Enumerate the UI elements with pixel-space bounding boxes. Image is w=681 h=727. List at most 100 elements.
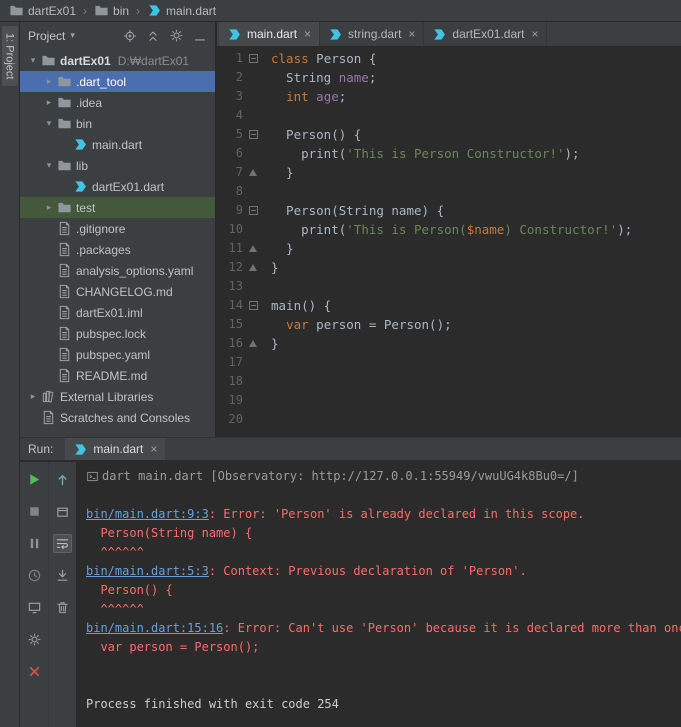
editor-tab-dartex01-dart[interactable]: dartEx01.dart ×: [424, 22, 548, 46]
chevron-down-icon[interactable]: ▾: [42, 118, 56, 129]
clear-all-icon[interactable]: [53, 598, 72, 617]
tree-row-changelog-md[interactable]: CHANGELOG.md: [20, 281, 215, 302]
breadcrumb-item-bin[interactable]: bin: [91, 3, 132, 18]
tree-row-idea[interactable]: ▸ .idea: [20, 92, 215, 113]
tree-row-pubspec-yaml[interactable]: pubspec.yaml: [20, 344, 215, 365]
chevron-right-icon[interactable]: ▸: [26, 391, 40, 402]
tree-row-test[interactable]: ▸ test: [20, 197, 215, 218]
soft-wrap-icon[interactable]: [53, 534, 72, 553]
chevron-right-icon[interactable]: ▸: [42, 76, 56, 87]
tree-row-lib[interactable]: ▾ lib: [20, 155, 215, 176]
profiler-clock-icon[interactable]: [25, 566, 44, 585]
tab-label: main.dart: [247, 27, 298, 41]
chevron-down-icon[interactable]: ▾: [70, 30, 75, 41]
fold-close-icon[interactable]: [249, 340, 257, 347]
code-token: 'This is Person Constructor!': [346, 146, 565, 161]
tree-row-external-libraries[interactable]: ▸ External Libraries: [20, 386, 215, 407]
tree-row-dart-tool[interactable]: ▸ .dart_tool: [20, 71, 215, 92]
tree-row-analysis-options-yaml[interactable]: analysis_options.yaml: [20, 260, 215, 281]
console-line: Person(String name) {: [86, 524, 681, 543]
editor-gutter: 1 2 3 4 5 6 7 8 9 10 11 12 13 14 15 16 17 18 19 20: [217, 47, 265, 437]
console-file-link[interactable]: bin/main.dart:15:16: [86, 619, 223, 638]
close-icon[interactable]: ×: [408, 27, 415, 41]
close-icon[interactable]: ×: [531, 27, 538, 41]
run-panel: Run: main.dart × dart main.dart [Observat…: [20, 437, 681, 727]
up-stack-trace-icon[interactable]: [53, 470, 72, 489]
tool-window-button-project[interactable]: 1: Project: [1, 26, 18, 87]
collapse-all-icon[interactable]: [146, 29, 160, 43]
library-icon: [40, 389, 56, 404]
tree-row-pubspec-lock[interactable]: pubspec.lock: [20, 323, 215, 344]
console-text: Person() {: [86, 583, 173, 597]
line-number: 7: [235, 165, 243, 179]
tree-row-dartex01-dart[interactable]: dartEx01.dart: [20, 176, 215, 197]
breadcrumb-item-main-dart[interactable]: main.dart: [144, 3, 219, 18]
breadcrumb-bar: dartEx01 › bin › main.dart: [0, 0, 681, 22]
fold-close-icon[interactable]: [249, 245, 257, 252]
breadcrumb-item-dartex01[interactable]: dartEx01: [6, 3, 79, 18]
editor-tab-string-dart[interactable]: string.dart ×: [320, 22, 425, 46]
tree-row-dartex01[interactable]: ▾ dartEx01 D:₩dartEx01: [20, 50, 215, 71]
close-icon[interactable]: [25, 662, 44, 681]
line-number: 14: [228, 298, 243, 312]
restore-layout-icon[interactable]: [53, 502, 72, 521]
chevron-right-icon[interactable]: ▸: [42, 97, 56, 108]
tree-row-packages[interactable]: .packages: [20, 239, 215, 260]
tree-item-label: .dart_tool: [76, 74, 127, 89]
fold-open-icon[interactable]: [248, 130, 258, 139]
fold-close-icon[interactable]: [249, 264, 257, 271]
chevron-down-icon[interactable]: ▾: [42, 160, 56, 171]
tree-row-scratches-and-consoles[interactable]: Scratches and Consoles: [20, 407, 215, 428]
code-token: print(: [271, 222, 347, 237]
fold-close-icon[interactable]: [249, 169, 257, 176]
tree-row-dartex01-iml[interactable]: dartEx01.iml: [20, 302, 215, 323]
folder-icon: [9, 3, 24, 18]
file-icon: [56, 326, 72, 341]
project-panel-title: Project: [28, 28, 66, 43]
file-icon: [56, 242, 72, 257]
tree-row-gitignore[interactable]: .gitignore: [20, 218, 215, 239]
tree-row-readme-md[interactable]: README.md: [20, 365, 215, 386]
console-file-link[interactable]: bin/main.dart:9:3: [86, 505, 209, 524]
editor-tab-main-dart[interactable]: main.dart ×: [219, 22, 321, 46]
chevron-down-icon[interactable]: ▾: [26, 55, 40, 66]
chevron-right-icon[interactable]: ▸: [42, 202, 56, 213]
run-console: dart main.dart [Observatory: http://127.…: [76, 462, 681, 727]
editor-code[interactable]: class Person { String name; int age; Per…: [265, 47, 681, 437]
editor-body[interactable]: 1 2 3 4 5 6 7 8 9 10 11 12 13 14 15 16 17 18 19 20 class Pe…: [217, 47, 681, 437]
fold-open-icon[interactable]: [248, 206, 258, 215]
code-token: }: [271, 165, 294, 180]
console-file-link[interactable]: bin/main.dart:5:3: [86, 562, 209, 581]
run-tab[interactable]: main.dart ×: [65, 438, 166, 460]
project-panel-toolbar-icons: [123, 28, 207, 43]
code-token: print(: [271, 146, 347, 161]
fold-gutter: [243, 206, 263, 215]
locate-file-icon[interactable]: [123, 29, 137, 43]
console-text: Process finished with exit code 254: [86, 697, 339, 711]
tree-row-bin[interactable]: ▾ bin: [20, 113, 215, 134]
line-number: 17: [228, 355, 243, 369]
tree-item-label: dartEx01: [60, 53, 111, 68]
fold-open-icon[interactable]: [248, 54, 258, 63]
screen-icon[interactable]: [25, 598, 44, 617]
pause-output-icon[interactable]: [25, 534, 44, 553]
tree-row-main-dart[interactable]: main.dart: [20, 134, 215, 155]
tree-item-label: Scratches and Consoles: [60, 410, 191, 425]
settings-gear-icon[interactable]: [25, 630, 44, 649]
close-icon[interactable]: ×: [150, 442, 157, 456]
file-icon: [56, 305, 72, 320]
close-icon[interactable]: ×: [304, 27, 311, 41]
scroll-to-end-icon[interactable]: [53, 566, 72, 585]
fold-open-icon[interactable]: [248, 301, 258, 310]
hide-panel-icon[interactable]: [193, 29, 207, 43]
stop-icon[interactable]: [25, 502, 44, 521]
settings-gear-icon[interactable]: [169, 28, 184, 43]
console-line: var person = Person();: [86, 638, 681, 657]
rerun-icon[interactable]: [25, 470, 44, 489]
code-token: }: [271, 260, 279, 275]
